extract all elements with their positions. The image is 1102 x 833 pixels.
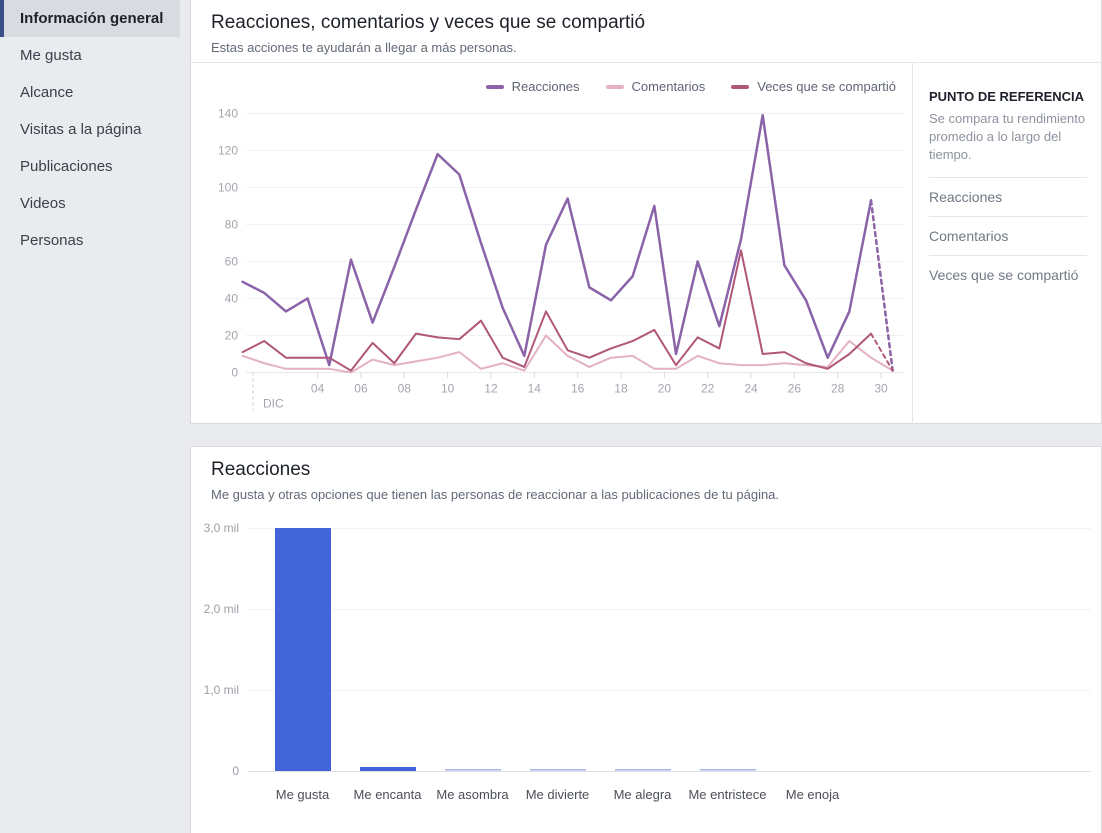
legend-item[interactable]: Reacciones bbox=[486, 79, 580, 94]
bar-category-label: Me alegra bbox=[600, 787, 685, 802]
bar-me-encanta bbox=[360, 767, 416, 771]
bar-category-label: Me divierte bbox=[515, 787, 600, 802]
legend-label: Veces que se compartió bbox=[757, 79, 896, 94]
x-axis-label: 26 bbox=[788, 382, 802, 396]
benchmark-panel: PUNTO DE REFERENCIA Se compara tu rendim… bbox=[912, 63, 1101, 424]
bar-me-entristece bbox=[700, 769, 756, 771]
bar-me-asombra bbox=[445, 769, 501, 771]
bar-slot bbox=[430, 769, 515, 771]
y-axis-label: 0 bbox=[191, 764, 239, 778]
line-chart-canvas: 0 20 40 60 80 100 120 140 04 06 08 10 12 14 16 18 20 22 24… bbox=[191, 63, 914, 424]
overview-card-header: Reacciones, comentarios y veces que se c… bbox=[191, 0, 1101, 55]
sidebar-item-me-gusta[interactable]: Me gusta bbox=[0, 37, 180, 74]
overview-card: Reacciones, comentarios y veces que se c… bbox=[190, 0, 1102, 424]
sidebar-item-publicaciones[interactable]: Publicaciones bbox=[0, 148, 180, 185]
y-axis-label: 20 bbox=[225, 328, 239, 342]
x-axis-label: 16 bbox=[571, 382, 585, 396]
benchmark-description: Se compara tu rendimiento promedio a lo … bbox=[929, 110, 1087, 165]
x-axis-label: 18 bbox=[614, 382, 628, 396]
benchmark-item[interactable]: Comentarios bbox=[929, 216, 1087, 255]
line-series-3 bbox=[243, 250, 871, 370]
line-series-2 bbox=[243, 335, 893, 372]
y-axis-label: 1,0 mil bbox=[191, 683, 239, 697]
legend-item[interactable]: Veces que se compartió bbox=[731, 79, 896, 94]
bar-chart: 01,0 mil2,0 mil3,0 milMe gustaMe encanta… bbox=[191, 528, 1101, 771]
bar-slot bbox=[345, 767, 430, 771]
benchmark-list: ReaccionesComentariosVeces que se compar… bbox=[929, 177, 1087, 294]
sidebar-item-personas[interactable]: Personas bbox=[0, 222, 180, 259]
y-axis-label: 140 bbox=[218, 106, 238, 120]
reactions-card-header: Reacciones Me gusta y otras opciones que… bbox=[191, 447, 1101, 502]
y-axis-label: 3,0 mil bbox=[191, 521, 239, 535]
y-axis-label: 2,0 mil bbox=[191, 602, 239, 616]
y-axis-label: 80 bbox=[225, 217, 239, 231]
x-axis-label: 22 bbox=[701, 382, 715, 396]
legend-label: Comentarios bbox=[632, 79, 706, 94]
legend-swatch-icon bbox=[486, 85, 504, 89]
bar-category-label: Me gusta bbox=[260, 787, 345, 802]
x-axis-label: 12 bbox=[484, 382, 498, 396]
x-axis-label: 06 bbox=[354, 382, 368, 396]
sidebar-item-videos[interactable]: Videos bbox=[0, 185, 180, 222]
overview-card-title: Reacciones, comentarios y veces que se c… bbox=[211, 10, 1081, 34]
bar-category-label: Me encanta bbox=[345, 787, 430, 802]
x-axis-label: 28 bbox=[831, 382, 845, 396]
insights-page: Información generalMe gustaAlcanceVisita… bbox=[0, 0, 1102, 833]
bar-category-label: Me entristece bbox=[685, 787, 770, 802]
sidebar-item-alcance[interactable]: Alcance bbox=[0, 74, 180, 111]
bars-row bbox=[260, 528, 855, 771]
x-axis-label: 24 bbox=[744, 382, 758, 396]
bar-slot bbox=[600, 769, 685, 771]
overview-card-subtitle: Estas acciones te ayudarán a llegar a má… bbox=[211, 40, 1081, 55]
line-chart-section: 0 20 40 60 80 100 120 140 04 06 08 10 12 14 16 18 20 22 24… bbox=[191, 62, 1101, 423]
x-axis-label: 14 bbox=[528, 382, 542, 396]
bar-me-alegra bbox=[615, 769, 671, 771]
legend-label: Reacciones bbox=[512, 79, 580, 94]
y-axis-label: 100 bbox=[218, 180, 238, 194]
sidebar-item-informacion-general[interactable]: Información general bbox=[0, 0, 180, 37]
y-axis-label: 120 bbox=[218, 143, 238, 157]
month-label: DIC bbox=[263, 397, 284, 411]
bar-me-divierte bbox=[530, 769, 586, 771]
benchmark-item[interactable]: Veces que se compartió bbox=[929, 255, 1087, 294]
x-axis-label: 04 bbox=[311, 382, 325, 396]
x-axis-label: 20 bbox=[658, 382, 672, 396]
bar-me-gusta bbox=[275, 528, 331, 771]
benchmark-heading: PUNTO DE REFERENCIA bbox=[929, 89, 1087, 104]
y-axis-label: 60 bbox=[225, 254, 239, 268]
legend-swatch-icon bbox=[606, 85, 624, 89]
line-series-1 bbox=[243, 115, 871, 365]
x-axis-label: 10 bbox=[441, 382, 455, 396]
x-axis-label: 08 bbox=[398, 382, 412, 396]
y-axis-label: 40 bbox=[225, 291, 239, 305]
legend-swatch-icon bbox=[731, 85, 749, 89]
bar-slot bbox=[260, 528, 345, 771]
bar-category-label: Me asombra bbox=[430, 787, 515, 802]
reactions-card: Reacciones Me gusta y otras opciones que… bbox=[190, 446, 1102, 833]
bar-category-label: Me enoja bbox=[770, 787, 855, 802]
bar-slot bbox=[685, 769, 770, 771]
sidebar-item-visitas-a-la-pagina[interactable]: Visitas a la página bbox=[0, 111, 180, 148]
benchmark-item[interactable]: Reacciones bbox=[929, 177, 1087, 216]
reactions-card-title: Reacciones bbox=[211, 457, 1081, 481]
gridline bbox=[248, 771, 1091, 772]
y-axis-label: 0 bbox=[231, 366, 238, 380]
bar-slot bbox=[515, 769, 600, 771]
sidebar-nav: Información generalMe gustaAlcanceVisita… bbox=[0, 0, 188, 833]
legend-item[interactable]: Comentarios bbox=[606, 79, 706, 94]
line-chart: 0 20 40 60 80 100 120 140 04 06 08 10 12 14 16 18 20 22 24… bbox=[191, 63, 914, 424]
x-axis-label: 30 bbox=[874, 382, 888, 396]
line-series-1-projected bbox=[871, 200, 893, 370]
bar-category-labels: Me gustaMe encantaMe asombraMe divierteM… bbox=[260, 787, 855, 802]
chart-legend: Reacciones Comentarios Veces que se compar… bbox=[486, 79, 896, 94]
reactions-card-subtitle: Me gusta y otras opciones que tienen las… bbox=[211, 487, 1081, 502]
